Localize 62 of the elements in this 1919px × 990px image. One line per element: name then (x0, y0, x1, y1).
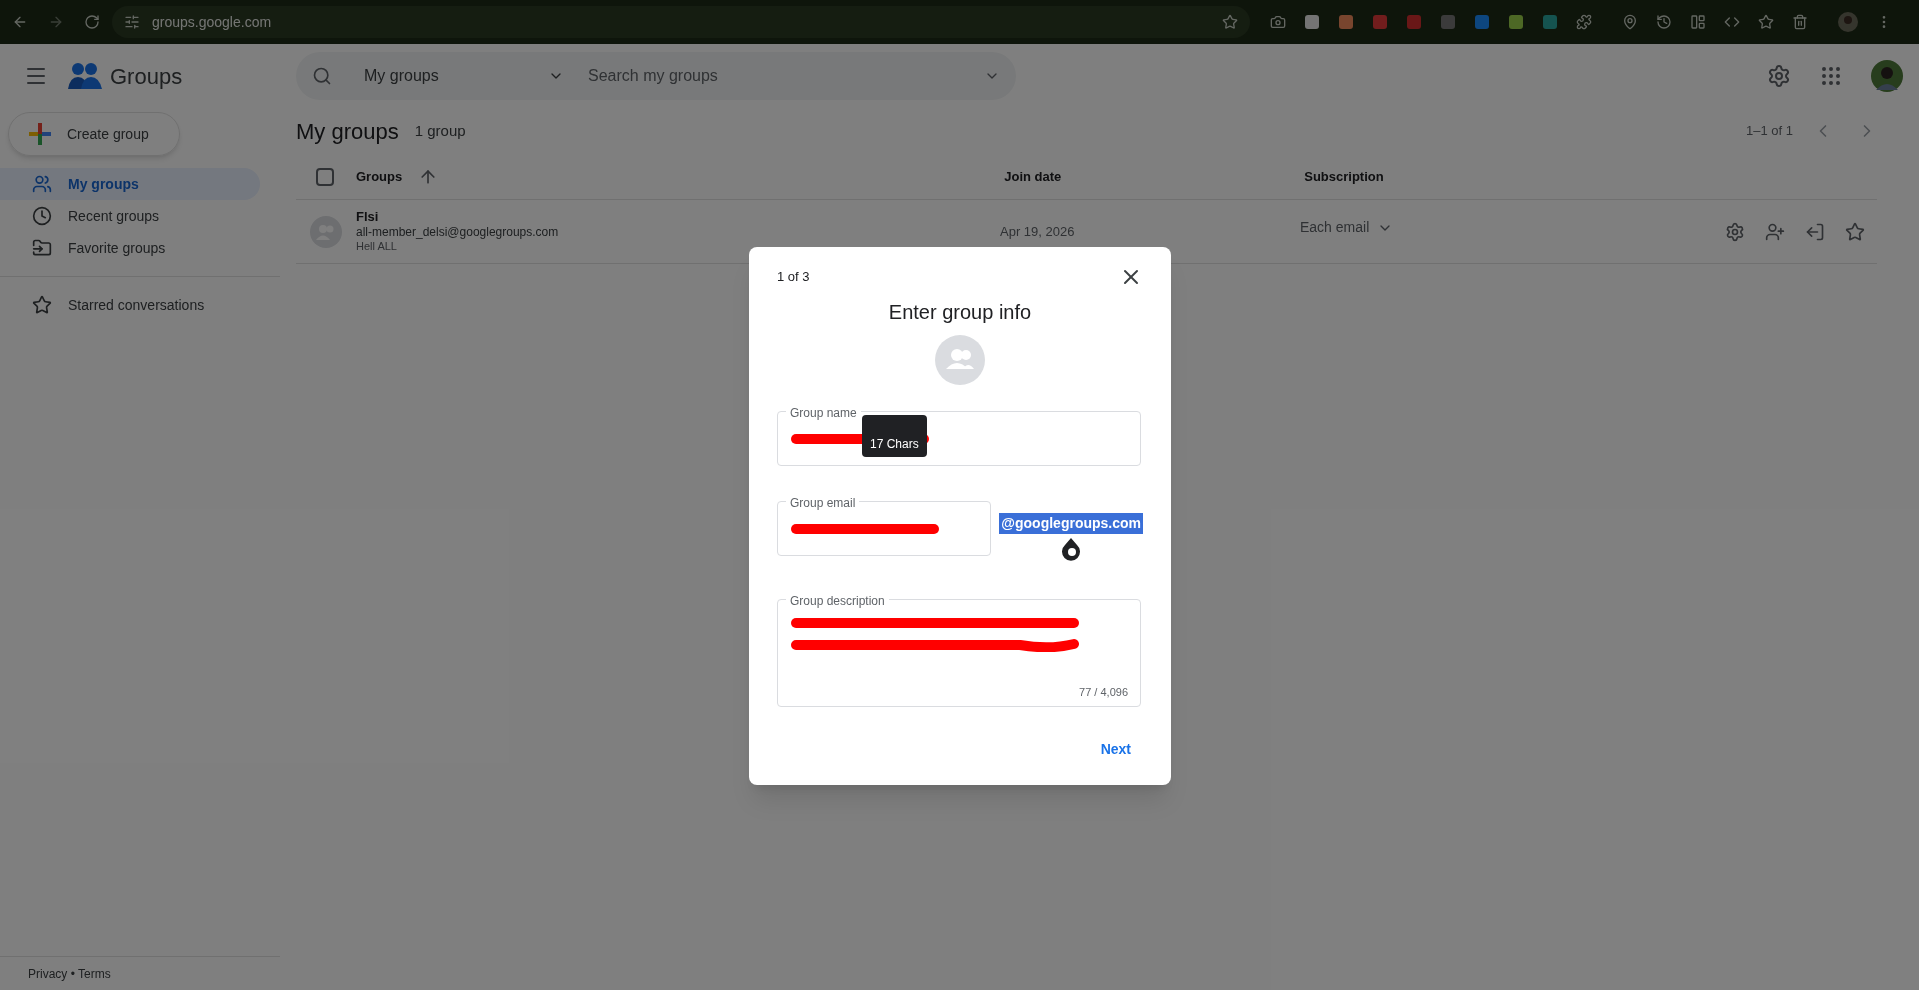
sidebar-item[interactable]: My groups (0, 168, 260, 200)
group-avatar-icon (935, 335, 985, 385)
camera-icon[interactable] (1270, 14, 1286, 30)
people-icon (32, 174, 52, 194)
code-icon[interactable] (1724, 14, 1740, 30)
group-email: all-member_delsi@googlegroups.com (356, 225, 560, 241)
folder-icon (32, 238, 52, 258)
extension-icon[interactable] (1474, 14, 1490, 30)
avatar-icon[interactable] (1871, 60, 1903, 92)
extension-icon[interactable] (1542, 14, 1558, 30)
layout-icon[interactable] (1690, 14, 1706, 30)
groups-logo-icon (68, 61, 102, 91)
search-icon (312, 66, 332, 86)
bookmark-star-icon[interactable] (1222, 14, 1238, 30)
add-person-icon[interactable] (1765, 221, 1785, 242)
join-date: Apr 19, 2026 (1000, 222, 1076, 241)
extension-icon[interactable] (1338, 14, 1354, 30)
leave-icon[interactable] (1805, 221, 1825, 242)
site-settings-icon[interactable] (124, 14, 140, 30)
page-heading: My groups (296, 117, 399, 146)
map-pin-icon[interactable] (1622, 14, 1638, 30)
star-icon (32, 295, 52, 315)
url-text: groups.google.com (152, 12, 273, 32)
puzzle-icon[interactable] (1576, 14, 1592, 30)
reload-icon[interactable] (84, 14, 100, 30)
step-indicator: 1 of 3 (777, 268, 810, 287)
character-counter: 77 / 4,096 (1079, 684, 1128, 700)
star-icon[interactable] (1845, 221, 1865, 242)
trash-icon[interactable] (1792, 14, 1808, 30)
extension-icon[interactable] (1508, 14, 1524, 30)
star-icon[interactable] (1758, 14, 1774, 30)
extension-icon[interactable] (1372, 14, 1388, 30)
dialog-title: Enter group info (888, 300, 1032, 325)
group-count: 1 group (414, 120, 466, 141)
subscription-dropdown[interactable]: Each email (1300, 217, 1394, 238)
pagination-text: 1–1 of 1 (1746, 122, 1793, 141)
clock-icon (32, 206, 52, 226)
tooltip: 17 Chars (862, 415, 927, 457)
column-header[interactable]: Groups (356, 166, 403, 187)
sidebar-item[interactable]: Recent groups (0, 200, 260, 232)
footer-links[interactable]: Privacy • Terms (28, 964, 111, 983)
settings-icon[interactable] (1767, 64, 1791, 88)
next-button[interactable]: Next (1092, 735, 1139, 764)
plus-icon (29, 123, 51, 145)
column-header: Subscription (1304, 167, 1384, 186)
app-title: Groups (110, 62, 183, 91)
column-header: Join date (1004, 167, 1063, 186)
sidebar-item[interactable]: Favorite groups (0, 232, 260, 264)
address-bar[interactable]: groups.google.com (112, 6, 1250, 38)
search-input[interactable]: Search my groups (588, 64, 984, 88)
email-domain: @googlegroups.com (999, 513, 1143, 534)
settings-icon[interactable] (1725, 221, 1745, 242)
scope-dropdown[interactable]: My groups (364, 64, 564, 88)
sidebar-item[interactable]: Starred conversations (0, 289, 260, 321)
history-icon[interactable] (1656, 14, 1672, 30)
group-name: Flsi (356, 209, 380, 226)
extension-icon[interactable] (1304, 14, 1320, 30)
group-description: Hell ALL (356, 240, 398, 254)
apps-grid-icon[interactable] (1819, 64, 1843, 88)
back-icon[interactable] (12, 14, 28, 30)
search-bar[interactable]: My groups Search my groups (296, 52, 1016, 100)
select-all-checkbox[interactable] (316, 167, 334, 186)
